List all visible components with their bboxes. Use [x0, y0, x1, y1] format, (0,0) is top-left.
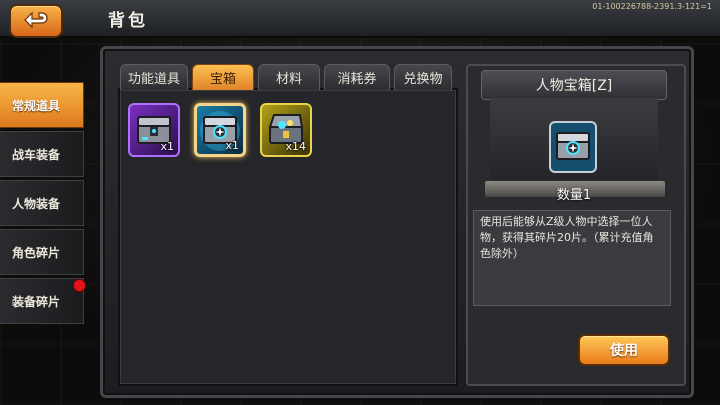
- sidebar-item-vehicle-equipment[interactable]: 战车装备: [0, 131, 84, 177]
- item-quantity: 数量1: [556, 188, 592, 203]
- tab-chests[interactable]: 宝箱: [192, 64, 254, 90]
- item-slot[interactable]: x1: [128, 103, 180, 157]
- notification-badge: [73, 279, 86, 292]
- page-title: 背包: [108, 11, 148, 31]
- item-count: x1: [225, 139, 239, 152]
- sidebar-item-label: 常规道具: [12, 98, 61, 113]
- use-button[interactable]: 使用: [578, 334, 670, 366]
- item-preview-stage: [490, 98, 658, 184]
- back-arrow-icon: [24, 11, 48, 29]
- item-count: x14: [285, 140, 306, 153]
- item-slot[interactable]: x14: [260, 103, 312, 157]
- sidebar-item-label: 装备碎片: [12, 294, 61, 309]
- tab-label: 材料: [275, 72, 302, 87]
- item-detail-title: 人物宝箱[Z]: [481, 70, 667, 100]
- top-bar: 背包 01-100226788-2391.3-121=1: [0, 0, 720, 38]
- tab-label: 消耗券: [337, 72, 377, 87]
- tab-function-items[interactable]: 功能道具: [120, 64, 188, 90]
- back-button[interactable]: [9, 4, 63, 38]
- sidebar: 常规道具 战车装备 人物装备 角色碎片 装备碎片: [0, 82, 86, 327]
- item-count: x1: [160, 140, 174, 153]
- sidebar-item-label: 战车装备: [12, 147, 61, 162]
- sidebar-item-label: 角色碎片: [12, 245, 61, 260]
- blue-chest-icon: [549, 121, 597, 173]
- tab-label: 兑换物: [403, 72, 443, 87]
- sidebar-item-character-shards[interactable]: 角色碎片: [0, 229, 84, 275]
- tab-materials[interactable]: 材料: [258, 64, 320, 90]
- server-id-text: 01-100226788-2391.3-121=1: [592, 2, 712, 11]
- sidebar-item-character-equipment[interactable]: 人物装备: [0, 180, 84, 226]
- sidebar-item-label: 人物装备: [12, 196, 61, 211]
- item-slot-selected[interactable]: x1: [194, 103, 246, 157]
- tab-label: 宝箱: [209, 72, 236, 87]
- item-description: 使用后能够从Z级人物中选择一位人物，获得其碎片20片。（累计充值角色除外）: [473, 210, 671, 306]
- sidebar-item-equipment-shards[interactable]: 装备碎片: [0, 278, 86, 324]
- sidebar-item-regular-items[interactable]: 常规道具: [0, 82, 84, 128]
- tab-coupons[interactable]: 消耗券: [324, 64, 390, 90]
- tab-label: 功能道具: [127, 72, 180, 87]
- tab-exchange-items[interactable]: 兑换物: [394, 64, 452, 90]
